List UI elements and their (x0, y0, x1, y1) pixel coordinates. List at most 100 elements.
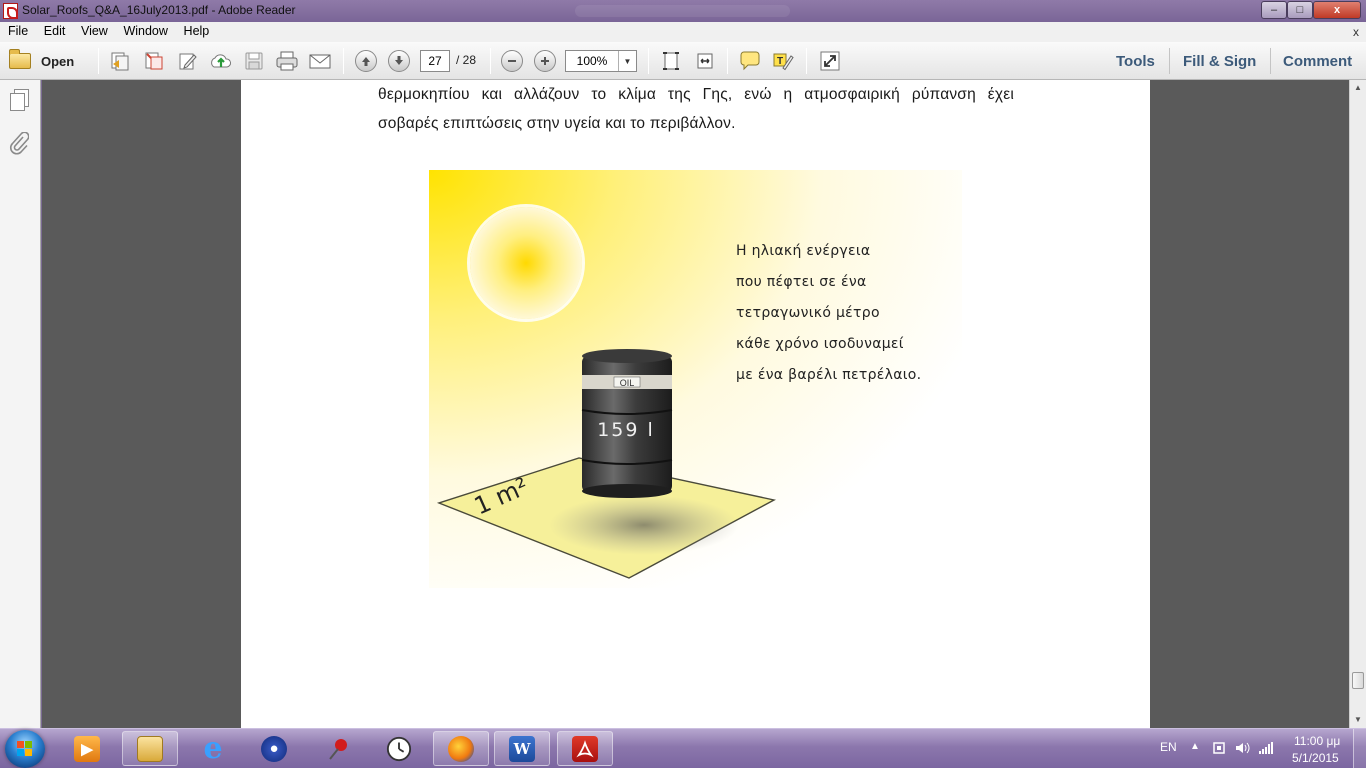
print-icon[interactable] (275, 49, 299, 73)
plus-icon (541, 57, 549, 65)
taskbar-media-player[interactable]: ▶ (59, 731, 115, 766)
figure-caption-line: κάθε χρόνο ισοδυναμεί (736, 336, 904, 352)
chevron-down-icon[interactable]: ▼ (618, 51, 636, 71)
arrow-up-icon (362, 57, 370, 66)
figure-caption-line: με ένα βαρέλι πετρέλαιο. (736, 367, 922, 383)
fill-sign-pane-link[interactable]: Fill & Sign (1183, 53, 1256, 70)
internet-explorer-icon: e (203, 731, 223, 766)
page-total-label: / 28 (456, 53, 477, 67)
taskbar-firefox[interactable] (433, 731, 489, 766)
page-thumbnails-icon[interactable] (9, 89, 29, 111)
title-bar-caption-area (575, 5, 790, 17)
menu-edit[interactable]: Edit (39, 22, 71, 38)
highlight-text-icon[interactable]: T (771, 49, 795, 73)
folder-icon (9, 49, 31, 69)
taskbar-word[interactable]: W (494, 731, 550, 766)
svg-text:T: T (777, 56, 783, 67)
close-button[interactable]: x (1313, 1, 1361, 19)
toolbar-separator (727, 48, 728, 74)
solar-energy-figure: OIL 159 l 1 m² Η ηλιακή ενέργεια που πέφ… (429, 170, 962, 588)
close-document-icon[interactable]: x (1353, 25, 1359, 39)
word-icon: W (509, 735, 535, 762)
next-page-button[interactable] (388, 50, 410, 72)
toolbar-separator (648, 48, 649, 74)
toolbar-separator (98, 48, 99, 74)
menu-view[interactable]: View (76, 22, 113, 38)
title-bar: Solar_Roofs_Q&A_16July2013.pdf - Adobe R… (0, 0, 1366, 22)
email-icon[interactable] (308, 49, 332, 73)
attachment-icon[interactable] (9, 131, 30, 155)
clock-date[interactable]: 5/1/2015 (1292, 751, 1339, 765)
clock-icon (386, 736, 412, 762)
toolbar-separator (490, 48, 491, 74)
upload-cloud-icon[interactable] (209, 49, 233, 73)
open-button-label: Open (41, 53, 75, 69)
fit-page-icon[interactable] (659, 49, 683, 73)
taskbar-sticky-notes[interactable] (311, 731, 367, 766)
document-viewport[interactable]: θερμοκηπίου και αλλάζουν το κλίμα της Γη… (42, 80, 1349, 729)
pdf-page: θερμοκηπίου και αλλάζουν το κλίμα της Γη… (241, 80, 1150, 729)
adobe-reader-icon (572, 735, 598, 762)
toolbar-separator (343, 48, 344, 74)
tools-pane-link[interactable]: Tools (1116, 53, 1155, 70)
menu-file[interactable]: File (3, 22, 33, 38)
toolbar: Open 27 / 28 100% ▼ T Tools Fill & Sign … (0, 42, 1366, 80)
page-number-input[interactable]: 27 (420, 50, 450, 72)
minus-icon (508, 60, 516, 62)
arrow-down-icon (395, 56, 403, 65)
body-text-line: σοβαρές επιπτώσεις στην υγεία και το περ… (378, 115, 736, 132)
action-center-icon[interactable] (1212, 741, 1226, 755)
toolbar-separator (806, 48, 807, 74)
zoom-in-button[interactable] (534, 50, 556, 72)
scrollbar-thumb[interactable] (1352, 672, 1364, 689)
menu-bar: File Edit View Window Help x (0, 22, 1366, 42)
expand-icon[interactable] (818, 49, 842, 73)
windows-logo-icon (17, 741, 33, 756)
figure-caption-line: τετραγωνικό μέτρο (736, 305, 880, 321)
toolbar-separator (1169, 48, 1170, 74)
open-button[interactable]: Open (6, 49, 90, 73)
taskbar-clock-app[interactable] (371, 731, 427, 766)
toolbar-separator (1270, 48, 1271, 74)
previous-page-button[interactable] (355, 50, 377, 72)
create-pdf-icon[interactable] (108, 49, 132, 73)
pushpin-icon (326, 736, 352, 762)
clock-time[interactable]: 11:00 μμ (1294, 734, 1340, 748)
combine-files-icon[interactable] (142, 49, 166, 73)
taskbar-user-app[interactable]: ● (246, 731, 302, 766)
maximize-button[interactable]: □ (1287, 1, 1313, 19)
window-title: Solar_Roofs_Q&A_16July2013.pdf - Adobe R… (22, 3, 296, 17)
figure-caption-line: που πέφτει σε ένα (736, 274, 867, 290)
volume-icon[interactable] (1234, 741, 1250, 755)
taskbar-adobe-reader[interactable] (557, 731, 613, 766)
network-signal-icon[interactable] (1258, 741, 1273, 755)
save-icon[interactable] (242, 49, 266, 73)
zoom-level-select[interactable]: 100% ▼ (565, 50, 637, 72)
person-icon: ● (261, 735, 287, 762)
vertical-scrollbar[interactable]: ▲ ▼ (1349, 80, 1366, 729)
fit-width-icon[interactable] (693, 49, 717, 73)
show-desktop-button[interactable] (1353, 729, 1366, 768)
body-text-line: θερμοκηπίου και αλλάζουν το κλίμα της Γη… (378, 86, 1014, 103)
taskbar-internet-explorer[interactable]: e (185, 731, 241, 766)
menu-window[interactable]: Window (118, 22, 172, 38)
zoom-out-button[interactable] (501, 50, 523, 72)
firefox-icon (448, 735, 474, 762)
show-hidden-icons-icon[interactable]: ▲ (1190, 741, 1200, 752)
menu-help[interactable]: Help (179, 22, 215, 38)
start-button[interactable] (5, 730, 45, 768)
taskbar: ▶ e ● W EN ▲ 11:00 μμ 5/1/2015 (0, 728, 1366, 768)
scroll-down-arrow-icon[interactable]: ▼ (1350, 712, 1366, 728)
barrel-volume-label: 159 l (597, 419, 655, 441)
system-tray: EN ▲ 11:00 μμ 5/1/2015 (1150, 729, 1366, 768)
media-player-icon: ▶ (74, 735, 100, 762)
comment-pane-link[interactable]: Comment (1283, 53, 1352, 70)
left-navigation-pane (0, 80, 41, 729)
taskbar-explorer[interactable] (122, 731, 178, 766)
language-indicator[interactable]: EN (1160, 740, 1177, 754)
comment-bubble-icon[interactable] (738, 49, 762, 73)
minimize-button[interactable]: – (1261, 1, 1287, 19)
folder-icon (137, 735, 163, 762)
edit-pdf-icon[interactable] (176, 49, 200, 73)
scroll-up-arrow-icon[interactable]: ▲ (1350, 80, 1366, 96)
